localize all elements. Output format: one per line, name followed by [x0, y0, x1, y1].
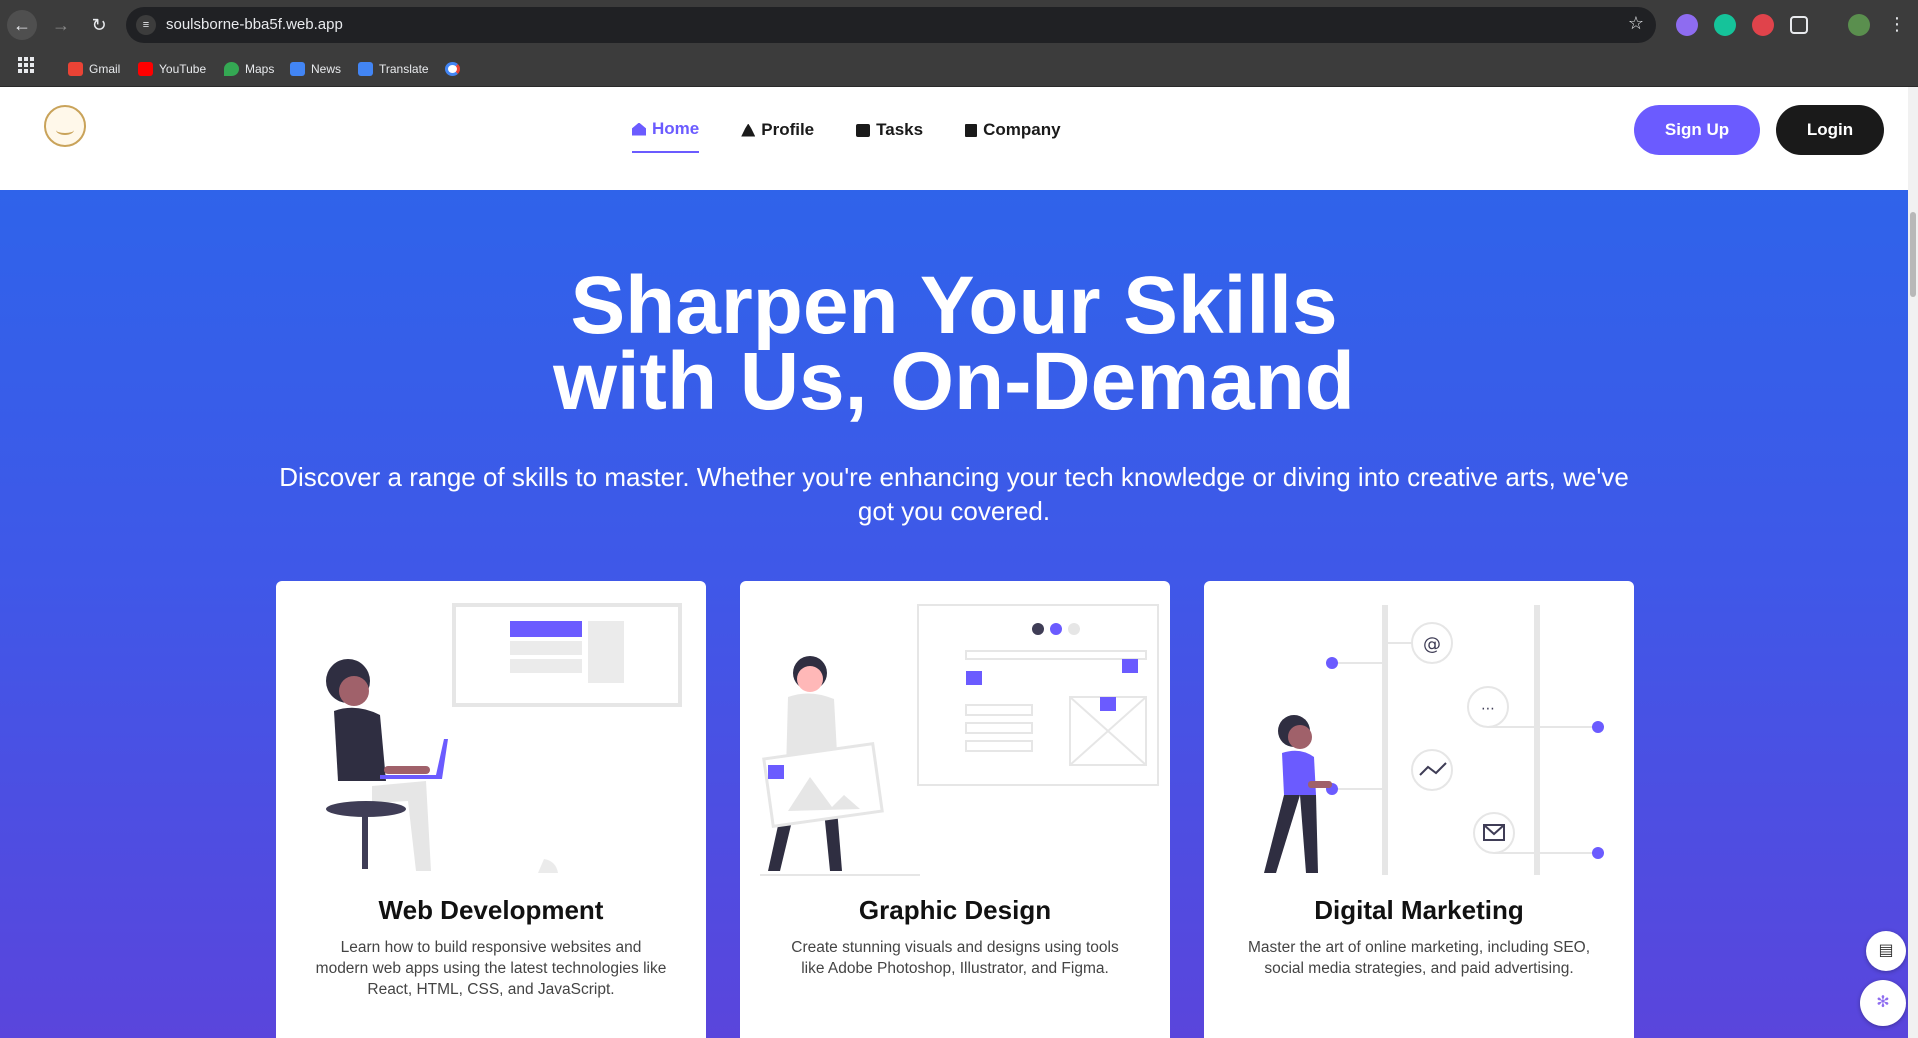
card-description: Learn how to build responsive websites a… [315, 939, 667, 998]
web-page: Home Profile Tasks Company Sign Up Login… [0, 87, 1908, 1038]
nav-item-tasks[interactable]: Tasks [856, 119, 923, 153]
nav-item-label: Profile [761, 120, 815, 139]
graphic-design-illustration [760, 604, 1159, 876]
site-header: Home Profile Tasks Company Sign Up Login [0, 87, 1908, 190]
building-icon [965, 123, 978, 137]
chrome-menu-icon[interactable]: ⋮ [1888, 12, 1906, 36]
scrollbar-thumb[interactable] [1910, 212, 1916, 297]
skill-card-web-development[interactable]: Web Development Learn how to build respo… [276, 581, 706, 1038]
svg-text:@: @ [1423, 634, 1441, 655]
assistant-brain-icon[interactable]: ✻ [1860, 980, 1906, 1026]
signup-button[interactable]: Sign Up [1634, 105, 1760, 155]
bookmark-maps[interactable]: Maps [224, 59, 274, 79]
main-nav: Home Profile Tasks Company [632, 119, 1061, 153]
extensions-puzzle-icon[interactable] [1790, 16, 1808, 34]
nav-item-label: Company [983, 120, 1061, 139]
youtube-icon [138, 62, 153, 76]
skill-card-digital-marketing[interactable]: @ ⋯ Digital Marketing Master the art of … [1204, 581, 1634, 1038]
card-description: Master the art of online marketing, incl… [1247, 939, 1591, 977]
nav-item-home[interactable]: Home [632, 119, 700, 153]
bookmark-translate[interactable]: Translate [358, 59, 429, 79]
nav-item-company[interactable]: Company [965, 119, 1061, 153]
briefcase-icon [856, 123, 871, 137]
bookmark-label: Gmail [89, 62, 121, 76]
bookmark-news[interactable]: News [290, 59, 341, 79]
bookmark-label: News [311, 62, 342, 76]
bookmark-google[interactable] [445, 59, 466, 79]
hero-title-line-2: with Us, On-Demand [553, 336, 1355, 427]
url-text[interactable]: soulsborne-bba5f.web.app [166, 16, 343, 33]
address-bar[interactable]: ≡ soulsborne-bba5f.web.app ☆ [126, 7, 1656, 43]
bookmarks-bar: Gmail YouTube Maps News Translate [0, 50, 1918, 87]
extension-icon[interactable] [1676, 14, 1698, 36]
browser-toolbar: ← → ↻ ≡ soulsborne-bba5f.web.app ☆ ⋮ [0, 0, 1918, 50]
svg-text:⋯: ⋯ [1481, 701, 1495, 717]
hero-section: Sharpen Your Skills with Us, On-Demand D… [0, 190, 1908, 1038]
translate-icon [358, 62, 373, 76]
page-scrollbar[interactable] [1908, 87, 1918, 1038]
nav-item-profile[interactable]: Profile [741, 119, 814, 153]
bookmark-label: YouTube [159, 62, 207, 76]
google-icon [445, 62, 460, 76]
site-logo[interactable] [44, 105, 86, 147]
gmail-icon [68, 62, 83, 76]
digital-marketing-illustration: @ ⋯ [1264, 605, 1604, 875]
reload-icon[interactable]: ↻ [84, 10, 114, 40]
bookmark-gmail[interactable]: Gmail [68, 59, 120, 79]
bookmark-label: Translate [379, 62, 429, 76]
back-icon[interactable]: ← [7, 10, 37, 40]
bookmark-youtube[interactable]: YouTube [138, 59, 206, 79]
hero-title: Sharpen Your Skills with Us, On-Demand [0, 265, 1908, 423]
home-icon [632, 122, 646, 136]
profile-icon [741, 123, 756, 137]
news-icon [290, 62, 305, 76]
reader-mode-icon[interactable]: ▤ [1866, 931, 1906, 971]
card-title: Graphic Design [858, 895, 1052, 925]
nav-item-label: Home [652, 119, 700, 138]
card-title: Web Development [378, 895, 604, 925]
hero-subtitle: Discover a range of skills to master. Wh… [279, 462, 1629, 526]
apps-grid-icon[interactable] [18, 57, 34, 73]
site-info-icon[interactable]: ≡ [136, 15, 156, 35]
profile-avatar[interactable] [1848, 14, 1870, 36]
forward-icon[interactable]: → [46, 10, 76, 40]
grammarly-icon[interactable] [1714, 14, 1736, 36]
card-description: Create stunning visuals and designs usin… [791, 939, 1119, 977]
skill-card-graphic-design[interactable]: Graphic Design Create stunning visuals a… [740, 581, 1170, 1038]
bookmark-star-icon[interactable]: ☆ [1628, 13, 1644, 34]
card-title: Digital Marketing [1314, 895, 1524, 925]
bookmark-label: Maps [245, 62, 275, 76]
login-button[interactable]: Login [1776, 105, 1884, 155]
extension-icon[interactable] [1752, 14, 1774, 36]
web-development-illustration [326, 603, 682, 873]
nav-item-label: Tasks [876, 120, 924, 139]
maps-icon [224, 62, 239, 76]
